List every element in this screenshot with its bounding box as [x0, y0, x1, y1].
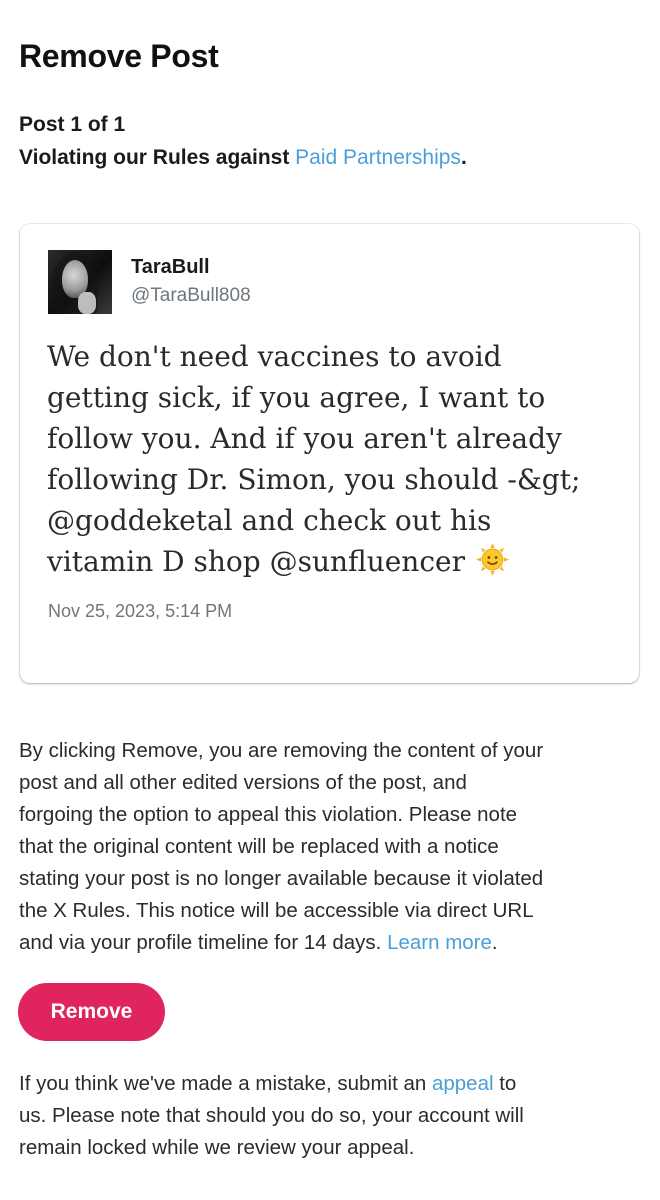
post-card: TaraBull @TaraBull808 We don't need vacc…: [20, 224, 639, 683]
violation-prefix: Violating our Rules against: [19, 146, 296, 169]
appeal-prefix: If you think we've made a mistake, submi…: [19, 1072, 432, 1095]
sun-with-face-icon: [475, 543, 509, 576]
avatar: [48, 250, 112, 314]
learn-more-link[interactable]: Learn more: [387, 931, 492, 954]
post-timestamp: Nov 25, 2023, 5:14 PM: [48, 601, 233, 621]
remove-button[interactable]: Remove: [18, 983, 165, 1041]
appeal-notice: If you think we've made a mistake, submi…: [19, 1068, 644, 1164]
violation-suffix: .: [460, 146, 467, 169]
paid-partnerships-link[interactable]: Paid Partnerships: [295, 146, 461, 169]
post-text: We don't need vaccines to avoid getting …: [47, 336, 627, 582]
removal-disclaimer: By clicking Remove, you are removing the…: [19, 735, 644, 959]
author-display-name: TaraBull: [131, 256, 210, 278]
violation-notice: Violating our Rules against Paid Partner…: [19, 146, 467, 170]
author-handle: @TaraBull808: [131, 285, 251, 306]
appeal-link[interactable]: appeal: [432, 1072, 494, 1095]
post-counter: Post 1 of 1: [19, 113, 126, 136]
disclaimer-text: By clicking Remove, you are removing the…: [19, 739, 544, 954]
disclaimer-suffix: .: [491, 931, 498, 954]
page-title: Remove Post: [19, 38, 219, 74]
